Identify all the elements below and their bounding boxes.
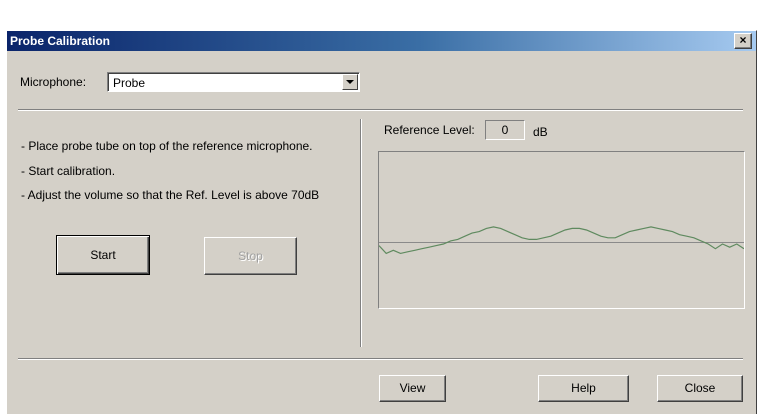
vertical-divider [360,119,362,347]
level-plot [378,151,745,309]
reference-level-unit: dB [533,125,548,139]
help-button[interactable]: Help [538,375,629,402]
bottom-divider [18,358,743,360]
view-button[interactable]: View [379,375,446,402]
microphone-label: Microphone: [20,75,87,89]
close-icon[interactable]: × [734,33,752,49]
level-trace [379,226,744,255]
microphone-selected-value: Probe [113,76,146,90]
instruction-line-1: - Place probe tube on top of the referen… [21,139,313,153]
reference-level-value: 0 [485,120,525,140]
probe-calibration-dialog: Probe Calibration × Microphone: Probe - … [6,30,757,414]
window-title: Probe Calibration [10,34,111,48]
instruction-line-2: - Start calibration. [21,164,116,178]
screen: Probe Calibration × Microphone: Probe - … [0,0,763,414]
start-button[interactable]: Start [56,235,150,275]
top-divider [18,109,743,111]
title-bar[interactable]: Probe Calibration × [7,31,756,51]
level-plot-canvas [379,226,744,255]
close-button[interactable]: Close [657,375,743,402]
reference-level-label: Reference Level: [384,123,475,137]
instruction-line-3: - Adjust the volume so that the Ref. Lev… [21,188,320,202]
microphone-select[interactable]: Probe [107,72,360,92]
chevron-down-icon [346,80,354,84]
stop-button: Stop [204,237,297,275]
microphone-dropdown-button[interactable] [342,74,358,90]
